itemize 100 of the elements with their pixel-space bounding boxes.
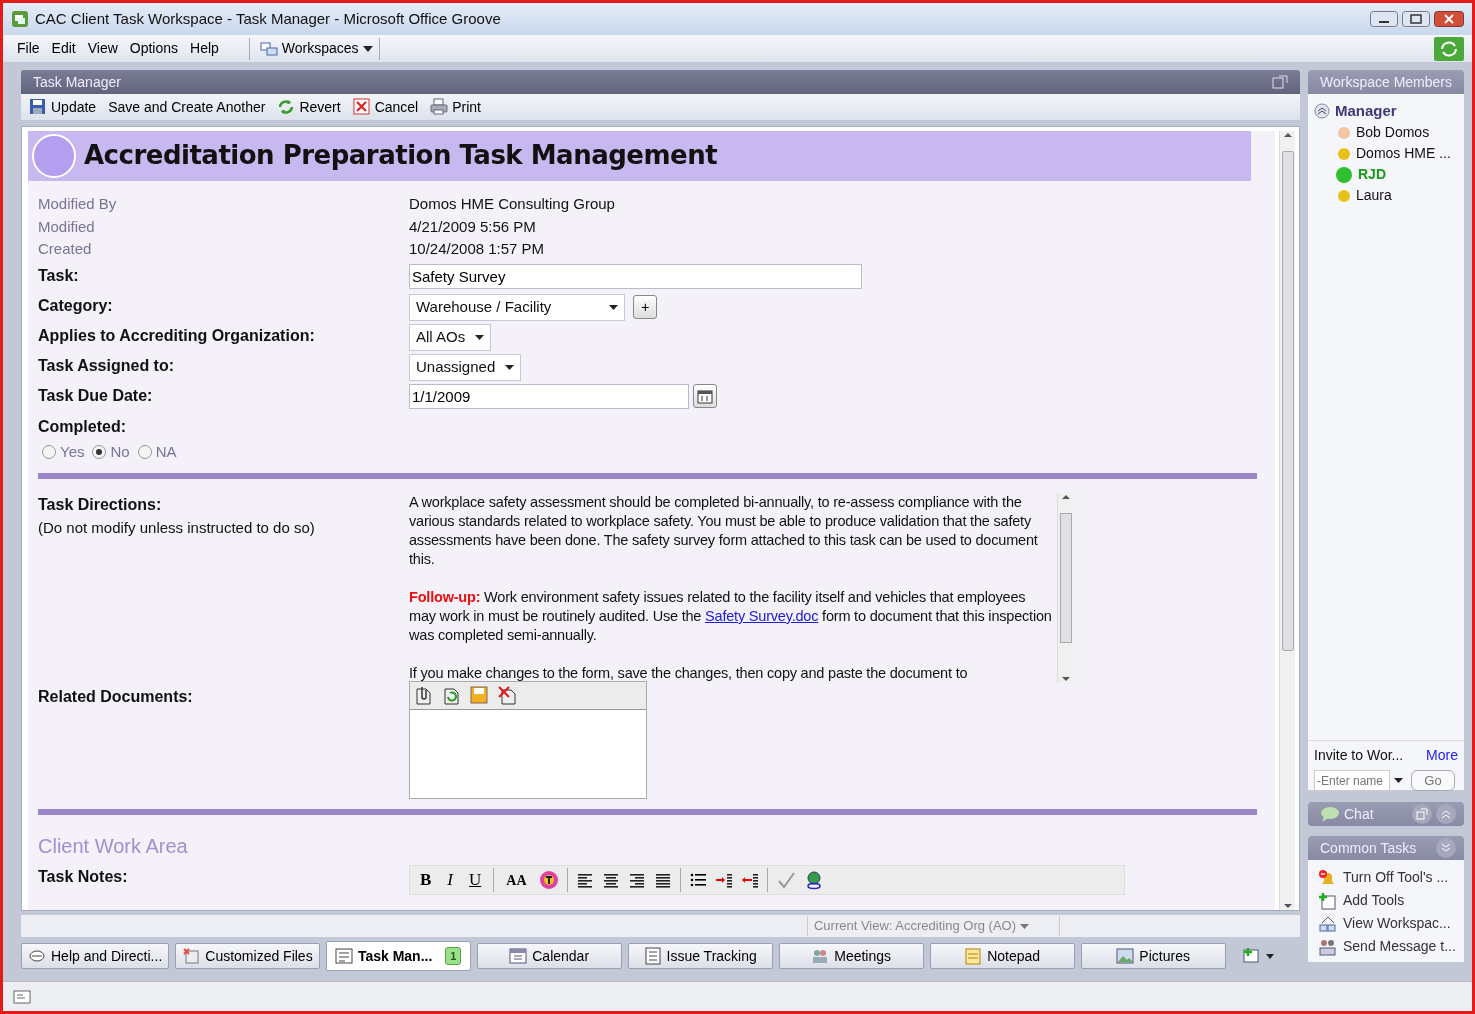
- text-field[interactable]: Safety Survey: [409, 263, 862, 289]
- add-button[interactable]: +: [633, 295, 658, 319]
- tool-tab[interactable]: Notepad: [929, 943, 1075, 969]
- tool-tab[interactable]: Calendar: [476, 943, 622, 969]
- menu-item[interactable]: Help: [184, 38, 225, 59]
- field-value: 4/21/2009 5:56 PM: [409, 216, 536, 237]
- checklist-icon: [643, 947, 662, 965]
- tool-tab[interactable]: Task Man... 1: [325, 941, 471, 971]
- radio-label: No: [110, 441, 130, 462]
- document-link[interactable]: Safety Survey.doc: [705, 608, 819, 624]
- caret-icon: [1020, 924, 1029, 930]
- attach-icon[interactable]: [413, 685, 433, 705]
- field-label: Applies to Accrediting Organization:: [38, 326, 315, 344]
- scrollbar[interactable]: [1057, 493, 1073, 683]
- calendar-icon: [509, 947, 528, 965]
- maximize-icon[interactable]: [1402, 11, 1430, 27]
- task-link[interactable]: View Workspac...: [1343, 913, 1451, 934]
- task-link[interactable]: Send Message t...: [1343, 936, 1456, 957]
- scroll-up-icon[interactable]: [1060, 493, 1071, 501]
- caret-icon: [362, 45, 373, 52]
- field-note: (Do not modify unless instructed to do so): [38, 518, 316, 538]
- field-label: Category:: [38, 296, 113, 314]
- field-value: Domos HME Consulting Group: [409, 194, 615, 214]
- dropdown[interactable]: Unassigned: [409, 353, 522, 381]
- date-field[interactable]: 1/1/2009: [409, 383, 689, 409]
- task-link[interactable]: Add Tools: [1343, 890, 1405, 911]
- refresh-icon[interactable]: [441, 685, 461, 705]
- print-icon: [430, 98, 449, 116]
- tool-tab[interactable]: Meetings: [778, 943, 924, 969]
- justify-icon[interactable]: [653, 871, 672, 889]
- tool-tab[interactable]: Issue Tracking: [627, 943, 773, 969]
- add-tool-icon[interactable]: [1241, 947, 1276, 965]
- spellcheck-icon[interactable]: [775, 870, 796, 890]
- popout-icon[interactable]: [1272, 75, 1288, 89]
- member-name[interactable]: Domos HME ...: [1356, 143, 1451, 164]
- delete-icon[interactable]: [497, 685, 517, 705]
- add-tool-icon: [1318, 891, 1338, 910]
- menu-item[interactable]: File: [11, 38, 46, 59]
- radio-label: NA: [155, 441, 177, 462]
- collapse-icon[interactable]: [1314, 103, 1330, 119]
- caret-icon[interactable]: [1394, 778, 1403, 783]
- toolbar-button[interactable]: Print: [430, 96, 481, 118]
- windows-icon: [259, 41, 278, 56]
- bullet-list-icon[interactable]: [688, 871, 707, 889]
- window-title: CAC Client Task Workspace - Task Manager - Microsoft Office Groove: [35, 8, 501, 29]
- save-icon[interactable]: [469, 685, 489, 705]
- text-color-icon[interactable]: [538, 870, 559, 890]
- more-link[interactable]: More: [1426, 745, 1458, 766]
- toolbar-button[interactable]: Save and Create Another: [108, 96, 266, 118]
- close-icon[interactable]: [1434, 11, 1464, 27]
- refresh-icon[interactable]: [1434, 36, 1464, 61]
- align-left-icon[interactable]: [575, 871, 594, 889]
- workspaces-menu[interactable]: Workspaces: [259, 38, 373, 59]
- field-label: Task Directions:: [38, 495, 163, 515]
- section-heading: Client Work Area: [38, 834, 188, 859]
- toolbar-button[interactable]: Revert: [277, 96, 341, 118]
- network-icon: [1318, 914, 1338, 933]
- calendar-button[interactable]: [693, 384, 717, 408]
- toolbar-button[interactable]: Cancel: [352, 96, 419, 118]
- field-label: Task Assigned to:: [38, 356, 175, 374]
- member-name[interactable]: Laura: [1356, 185, 1392, 206]
- format-button[interactable]: AA: [502, 869, 531, 891]
- align-center-icon[interactable]: [601, 871, 620, 889]
- indent-icon[interactable]: [714, 871, 733, 889]
- align-right-icon[interactable]: [627, 871, 646, 889]
- radio-button[interactable]: [92, 444, 107, 459]
- radio-button[interactable]: [42, 444, 56, 459]
- format-button[interactable]: B: [416, 867, 436, 893]
- workspace-icon: [11, 10, 29, 28]
- outdent-icon[interactable]: [740, 871, 759, 889]
- name-field[interactable]: -Enter name: [1314, 770, 1390, 791]
- tool-tab[interactable]: Help and Directi...: [21, 943, 170, 969]
- format-button[interactable]: U: [465, 867, 486, 893]
- go-button[interactable]: Go: [1411, 770, 1455, 791]
- dropdown[interactable]: All AOs: [409, 323, 492, 351]
- radio-button[interactable]: [137, 444, 152, 459]
- menu-item[interactable]: Edit: [45, 38, 82, 59]
- update-button[interactable]: Update: [29, 96, 97, 118]
- menu-item[interactable]: Options: [123, 38, 185, 59]
- panel-title: Task Manager: [33, 72, 121, 92]
- menu-item[interactable]: View: [81, 38, 124, 59]
- scrollbar[interactable]: [1279, 131, 1295, 910]
- minimize-icon[interactable]: [1370, 11, 1398, 27]
- tool-tab[interactable]: Pictures: [1080, 943, 1226, 969]
- dropdown[interactable]: Warehouse / Facility: [409, 293, 626, 321]
- tool-tab[interactable]: Customized Files: [175, 943, 320, 969]
- scroll-down-icon[interactable]: [1060, 675, 1071, 683]
- people-icon: [1318, 937, 1338, 956]
- task-link[interactable]: Turn Off Tool's ...: [1343, 867, 1449, 888]
- field-value: 10/24/2008 1:57 PM: [409, 239, 545, 259]
- invite-label: Invite to Wor...: [1314, 746, 1404, 765]
- member-name[interactable]: Bob Domos: [1356, 122, 1430, 143]
- format-button[interactable]: I: [443, 867, 457, 893]
- scroll-down-icon[interactable]: [1282, 902, 1293, 910]
- scroll-up-icon[interactable]: [1282, 131, 1293, 139]
- field-label: Created: [38, 240, 92, 257]
- caret-icon: [475, 334, 485, 340]
- speech-bubble-icon: [1320, 806, 1340, 822]
- field-label: Modified: [38, 217, 95, 235]
- list-icon: [334, 947, 353, 965]
